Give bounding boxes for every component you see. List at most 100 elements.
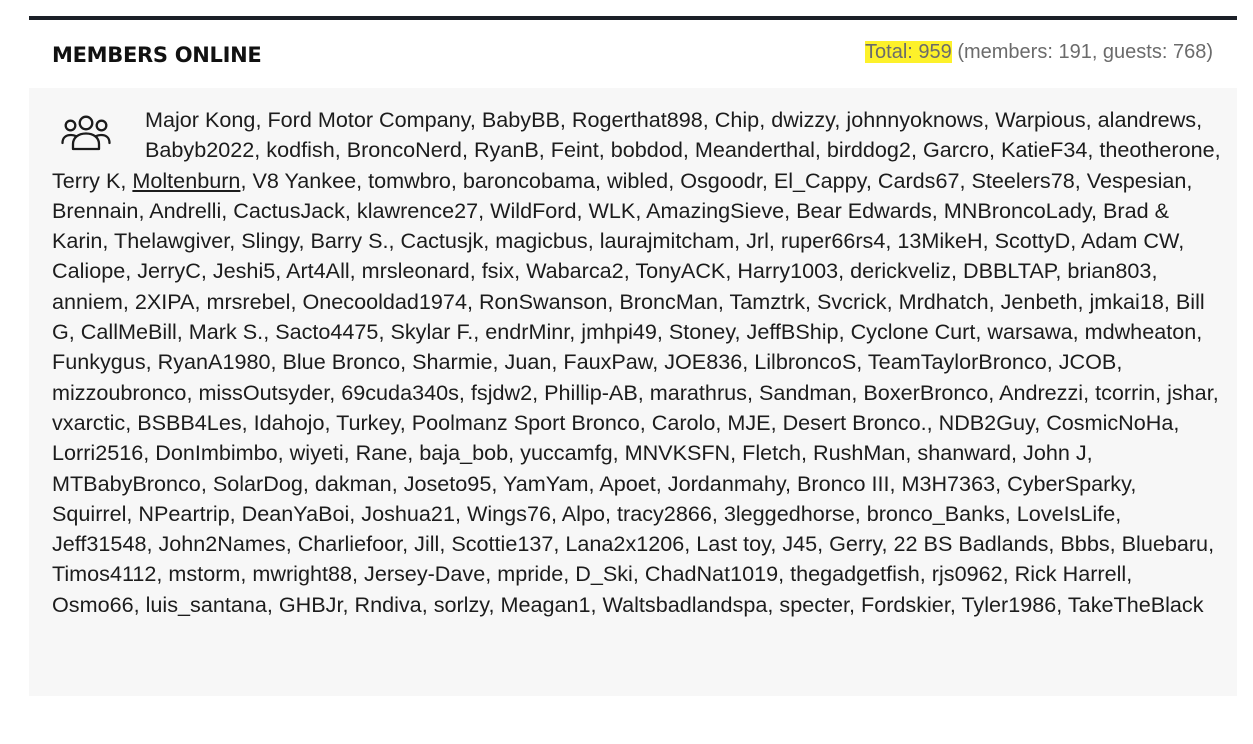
member-link[interactable]: Onecooldad1974 <box>302 289 467 314</box>
member-link[interactable]: Rane <box>356 440 408 465</box>
member-link[interactable]: thegadgetfish <box>790 561 920 586</box>
member-link[interactable]: alandrews <box>1098 107 1196 132</box>
member-link[interactable]: BabyBB <box>482 107 560 132</box>
member-link[interactable]: vxarctic <box>52 410 125 435</box>
member-link[interactable]: birddog2 <box>827 137 911 162</box>
member-link[interactable]: Cyclone Curt <box>851 319 976 344</box>
member-link[interactable]: Alpo <box>562 501 605 526</box>
member-link[interactable]: John J <box>1023 440 1087 465</box>
member-link[interactable]: Slingy <box>241 228 298 253</box>
member-link[interactable]: MNBroncoLady <box>944 198 1091 223</box>
member-link[interactable]: Osgoodr <box>680 168 762 193</box>
member-link[interactable]: fsjdw2 <box>471 380 532 405</box>
member-link[interactable]: tracy2866 <box>617 501 712 526</box>
member-link[interactable]: brian803 <box>1067 258 1151 283</box>
member-link[interactable]: bronco_Banks <box>867 501 1005 526</box>
member-link[interactable]: sorlzy <box>434 592 489 617</box>
member-link[interactable]: marathrus <box>650 380 747 405</box>
member-link[interactable]: CallMeBill <box>81 319 177 344</box>
member-link[interactable]: wiyeti <box>290 440 344 465</box>
member-link[interactable]: Cactusjk <box>400 228 483 253</box>
member-link[interactable]: Ford Motor Company <box>267 107 469 132</box>
member-link[interactable]: Mrdhatch <box>899 289 989 314</box>
member-link[interactable]: Meanderthal <box>695 137 815 162</box>
member-link[interactable]: Bluebaru <box>1122 531 1208 556</box>
member-link[interactable]: Andrelli <box>149 198 221 223</box>
member-link[interactable]: Harry1003 <box>737 258 838 283</box>
member-link[interactable]: Major Kong <box>145 107 255 132</box>
member-link[interactable]: Rick Harrell <box>1015 561 1127 586</box>
member-link[interactable]: Wabarca2 <box>526 258 624 283</box>
member-link[interactable]: Apoet <box>599 471 655 496</box>
member-link[interactable]: BroncMan <box>619 289 717 314</box>
member-link[interactable]: Stoney <box>669 319 735 344</box>
member-link[interactable]: derickveliz <box>850 258 951 283</box>
member-link[interactable]: Wings76 <box>467 501 551 526</box>
member-link[interactable]: Steelers78 <box>971 168 1074 193</box>
member-link[interactable]: dwizzy <box>771 107 834 132</box>
member-link[interactable]: Tamztrk <box>729 289 805 314</box>
member-link[interactable]: CactusJack <box>233 198 345 223</box>
member-link[interactable]: TakeTheBlack <box>1068 592 1204 617</box>
member-link[interactable]: Turkey <box>336 410 400 435</box>
member-link[interactable]: rjs0962 <box>932 561 1003 586</box>
member-link[interactable]: Charliefoor <box>298 531 402 556</box>
member-link[interactable]: johnnyoknows <box>846 107 983 132</box>
member-link[interactable]: RyanB <box>474 137 539 162</box>
member-link[interactable]: Lana2x1206 <box>565 531 684 556</box>
member-link[interactable]: Gerry <box>829 531 881 556</box>
member-link[interactable]: Osmo66 <box>52 592 134 617</box>
member-link[interactable]: wibled <box>607 168 668 193</box>
member-link[interactable]: mwright88 <box>252 561 352 586</box>
member-link[interactable]: NPeartrip <box>138 501 229 526</box>
member-link[interactable]: DeanYaBoi <box>242 501 350 526</box>
member-link[interactable]: JeffBShip <box>747 319 839 344</box>
member-link[interactable]: RushMan <box>813 440 905 465</box>
member-link[interactable]: Meagan1 <box>500 592 590 617</box>
member-link[interactable]: Jill <box>414 531 439 556</box>
member-link[interactable]: Barry S. <box>310 228 388 253</box>
member-link[interactable]: baroncobama <box>463 168 595 193</box>
member-link[interactable]: Carolo <box>652 410 716 435</box>
member-link[interactable]: Joshua21 <box>361 501 455 526</box>
member-link[interactable]: Babyb2022 <box>145 137 254 162</box>
member-link[interactable]: JOE836 <box>664 349 742 374</box>
member-link[interactable]: Jrl <box>746 228 769 253</box>
member-link[interactable]: 22 BS Badlands <box>894 531 1049 556</box>
member-link[interactable]: M3H7363 <box>901 471 995 496</box>
member-link[interactable]: missOutsyder <box>198 380 329 405</box>
member-link[interactable]: magicbus <box>495 228 587 253</box>
member-link[interactable]: kodfish <box>266 137 334 162</box>
member-link[interactable]: Brennain <box>52 198 138 223</box>
member-link[interactable]: GHBJr <box>279 592 343 617</box>
member-link[interactable]: NDB2Guy <box>939 410 1035 435</box>
member-link[interactable]: KatieF34 <box>1001 137 1087 162</box>
member-link[interactable]: Last toy <box>696 531 770 556</box>
member-link[interactable]: mpride <box>497 561 563 586</box>
member-link[interactable]: Sandman <box>759 380 851 405</box>
member-link[interactable]: Rndiva <box>354 592 421 617</box>
member-link[interactable]: yuccamfg <box>520 440 612 465</box>
member-link[interactable]: Phillip-AB <box>544 380 638 405</box>
member-link[interactable]: Mark S. <box>189 319 263 344</box>
member-link[interactable]: Poolmanz Sport Bronco <box>412 410 640 435</box>
member-link[interactable]: Waltsbadlandspa <box>603 592 768 617</box>
member-link[interactable]: TonyACK <box>635 258 725 283</box>
member-link[interactable]: RonSwanson <box>479 289 607 314</box>
member-link[interactable]: shanward <box>917 440 1011 465</box>
member-link[interactable]: Cards67 <box>878 168 960 193</box>
member-link[interactable]: DBBLTAP <box>963 258 1055 283</box>
member-link[interactable]: Feint <box>551 137 599 162</box>
member-link[interactable]: ruper66rs4 <box>781 228 885 253</box>
member-link[interactable]: Timos4112 <box>52 561 156 586</box>
member-link[interactable]: endrMinr <box>485 319 569 344</box>
member-link[interactable]: Rogerthat898 <box>572 107 703 132</box>
member-link[interactable]: jmkai18 <box>1089 289 1163 314</box>
member-link[interactable]: Moltenburn <box>132 168 240 193</box>
member-link[interactable]: LoveIsLife <box>1017 501 1115 526</box>
member-link[interactable]: baja_bob <box>419 440 508 465</box>
member-link[interactable]: anniem <box>52 289 123 314</box>
member-link[interactable]: jshar <box>1167 380 1213 405</box>
member-link[interactable]: MTBabyBronco <box>52 471 201 496</box>
member-link[interactable]: mrsleonard <box>362 258 470 283</box>
